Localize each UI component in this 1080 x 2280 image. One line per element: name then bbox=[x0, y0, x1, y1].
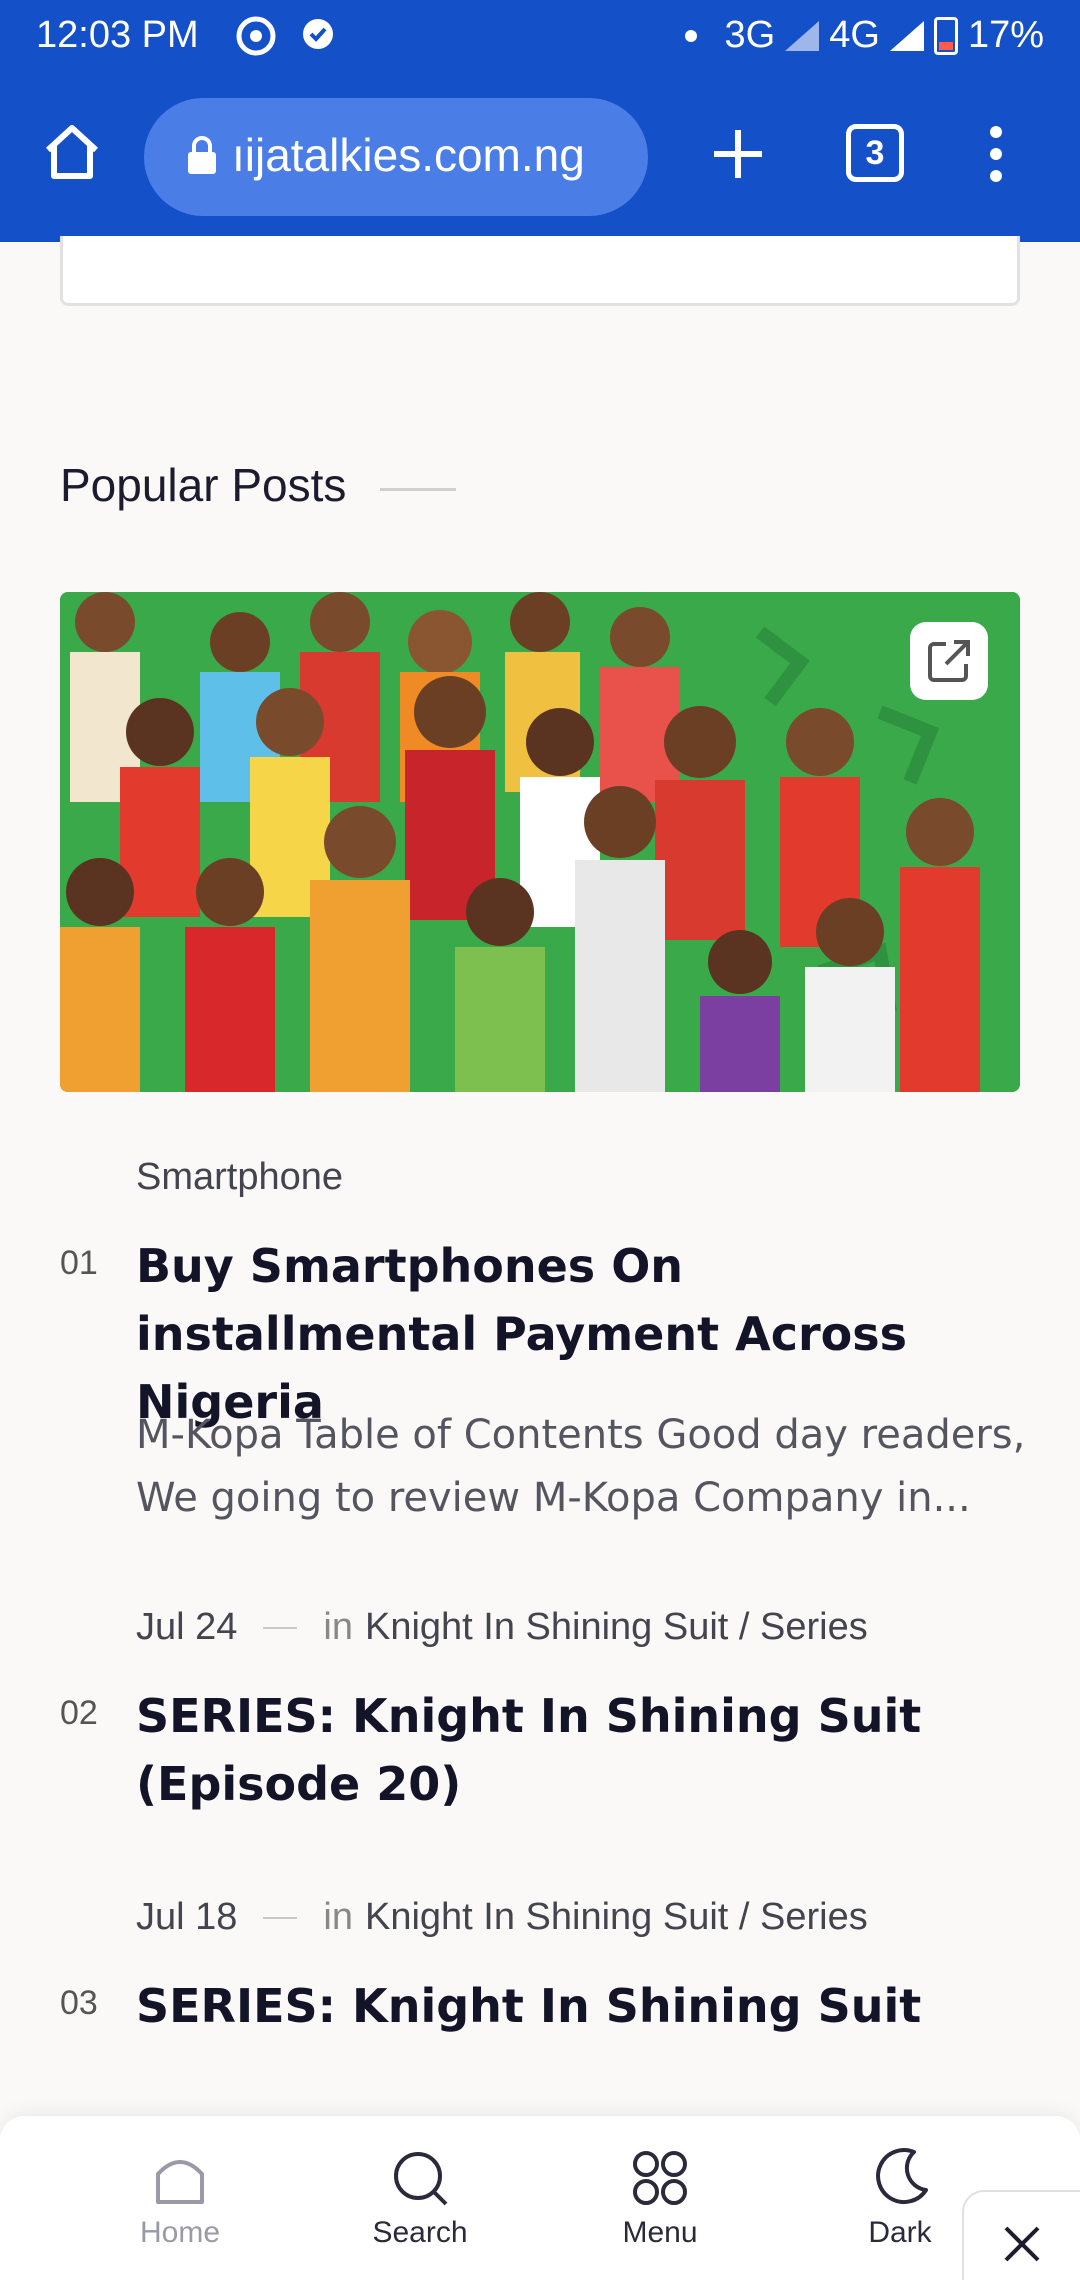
nav-dark-mode[interactable]: Dark bbox=[820, 2146, 980, 2250]
network-4g: 4G bbox=[829, 14, 880, 56]
meta-in-label: in bbox=[323, 1606, 353, 1648]
post-number: 03 bbox=[60, 1984, 98, 2022]
close-button[interactable] bbox=[962, 2190, 1080, 2280]
nav-search[interactable]: Search bbox=[340, 2146, 500, 2250]
home-icon bbox=[156, 2160, 204, 2204]
nav-label: Menu bbox=[622, 2216, 698, 2249]
post-number: 01 bbox=[60, 1244, 98, 1282]
nav-home[interactable]: Home bbox=[100, 2146, 260, 2250]
nav-label: Search bbox=[372, 2216, 468, 2249]
search-icon bbox=[394, 2152, 448, 2206]
browser-toolbar: ıijatalkies.com.ng 3 bbox=[0, 74, 1080, 242]
home-icon[interactable] bbox=[40, 120, 104, 184]
nav-label: Home bbox=[139, 2216, 221, 2249]
bottom-navigation: Home Search Menu Dark bbox=[0, 2116, 1080, 2280]
shield-check-icon bbox=[303, 19, 333, 49]
previous-widget-card bbox=[60, 236, 1020, 306]
signal-icon bbox=[889, 20, 924, 51]
chrome-icon bbox=[236, 16, 276, 56]
battery-icon bbox=[933, 16, 958, 55]
meta-in-label: in bbox=[323, 1896, 353, 1938]
address-bar[interactable]: ıijatalkies.com.ng bbox=[144, 98, 648, 216]
grid-icon bbox=[633, 2151, 687, 2205]
people-illustration bbox=[60, 592, 1020, 1092]
post-meta: Jul 18 in Knight In Shining Suit / Serie… bbox=[136, 1896, 868, 1939]
post-thumbnail[interactable] bbox=[60, 592, 1020, 1092]
tab-switcher-button[interactable]: 3 bbox=[846, 124, 904, 182]
post-excerpt: M-Kopa Table of Contents Good day reader… bbox=[136, 1412, 1026, 1521]
post-category[interactable]: Smartphone bbox=[136, 1156, 343, 1199]
section-divider bbox=[380, 488, 456, 491]
post-title[interactable]: SERIES: Knight In Shining Suit (Episode … bbox=[136, 1682, 1036, 1818]
post-meta: Jul 24 in Knight In Shining Suit / Serie… bbox=[136, 1606, 868, 1649]
signal-icon bbox=[785, 20, 820, 51]
post-number: 02 bbox=[60, 1694, 98, 1732]
open-external-button[interactable] bbox=[910, 622, 988, 700]
section-title: Popular Posts bbox=[60, 459, 347, 511]
nav-menu[interactable]: Menu bbox=[580, 2146, 740, 2250]
network-3g: 3G bbox=[724, 14, 776, 56]
post-date: Jul 18 bbox=[136, 1896, 238, 1938]
external-link-icon bbox=[928, 640, 970, 682]
status-time: 12:03 PM bbox=[36, 14, 199, 56]
meta-separator bbox=[263, 1916, 298, 1919]
url-text: ıijatalkies.com.ng bbox=[232, 129, 585, 181]
meta-separator bbox=[263, 1626, 298, 1629]
lock-icon bbox=[188, 136, 216, 174]
battery-percent: 17% bbox=[967, 14, 1044, 56]
post-date: Jul 24 bbox=[136, 1606, 238, 1648]
moon-icon bbox=[876, 2148, 928, 2205]
more-options-icon[interactable] bbox=[976, 124, 1016, 184]
new-tab-icon[interactable] bbox=[708, 124, 768, 184]
notification-dot-icon bbox=[684, 29, 697, 42]
post-title[interactable]: SERIES: Knight In Shining Suit bbox=[136, 1972, 1036, 2040]
nav-label: Dark bbox=[868, 2216, 932, 2249]
status-bar: 12:03 PM 3G 4G 17% bbox=[0, 0, 1080, 74]
close-icon bbox=[1004, 2226, 1040, 2262]
post-categories[interactable]: Knight In Shining Suit / Series bbox=[365, 1896, 868, 1939]
status-indicators: 3G 4G 17% bbox=[684, 14, 1044, 57]
post-categories[interactable]: Knight In Shining Suit / Series bbox=[365, 1606, 868, 1649]
